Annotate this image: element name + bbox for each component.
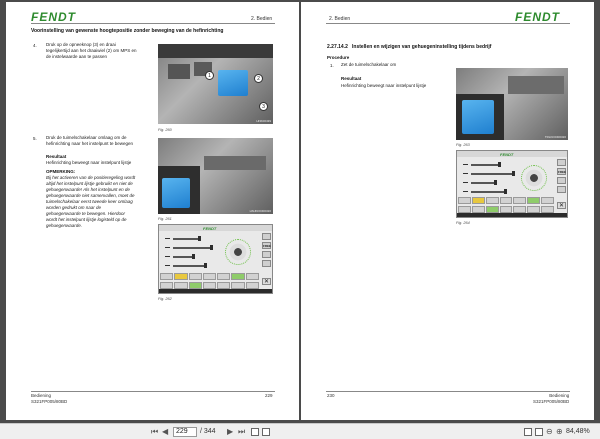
hitch-icon — [165, 254, 170, 257]
single-page-icon[interactable] — [251, 428, 259, 436]
hitch-icon — [463, 162, 468, 165]
dial — [225, 239, 251, 265]
zoom-in-button[interactable]: ⊕ — [556, 427, 563, 436]
blue-rocker-switch — [462, 100, 494, 134]
page-229: FENDT 2. Bedien Voorinstelling van gewen… — [6, 2, 299, 420]
figure-260-photo: 1 2 3 HNK00439 — [158, 44, 273, 124]
section-heading: Voorinstelling van gewenste hoogtepositi… — [31, 28, 224, 34]
fendt-logo: FENDT — [31, 10, 76, 24]
side-button — [262, 251, 271, 258]
figure-caption: Fig. 260 — [158, 128, 172, 132]
last-page-button[interactable]: ⏭ — [238, 427, 245, 436]
side-button — [262, 260, 271, 267]
step-number: 5. — [33, 136, 37, 141]
hitch-icon — [463, 171, 468, 174]
next-page-button[interactable]: ▶ — [227, 427, 233, 436]
side-button-free: FREE — [262, 242, 272, 249]
hitch-icon — [463, 189, 468, 192]
bottom-button-row — [458, 206, 555, 213]
figure-caption: Fig. 261 — [158, 217, 172, 221]
procedure-label: Procedure — [327, 55, 350, 60]
image-code: HNJKF0300320 — [249, 209, 271, 213]
close-icon: ✕ — [557, 202, 566, 209]
chapter-label: 2. Bedien — [329, 16, 351, 22]
slider — [471, 180, 497, 185]
side-button-free: FREE — [557, 168, 567, 175]
figure-caption: Fig. 263 — [456, 143, 470, 147]
slider — [471, 171, 515, 176]
viewer-toolbar: ⏮ ◀ 229 / 344 ▶ ⏭ ⊖ ⊕ 84,48% — [0, 423, 600, 439]
document-viewer: FENDT 2. Bedien Voorinstelling van gewen… — [0, 0, 600, 423]
figure-263-photo: TRLKF0300320 — [456, 68, 568, 140]
figure-caption: Fig. 264 — [456, 221, 470, 225]
step-text: Zet de tuimelschakelaar om — [341, 62, 397, 67]
hitch-icon — [463, 180, 468, 183]
note-label: OPMERKING: — [46, 169, 76, 174]
blue-control — [218, 70, 248, 96]
callout-2: 2 — [254, 74, 263, 83]
result-text: Hefinrichting beweegt naar instelpunt li… — [46, 160, 132, 165]
side-button — [262, 233, 271, 240]
side-button — [557, 159, 566, 166]
prev-page-button[interactable]: ◀ — [162, 427, 168, 436]
chapter-label: 2. Bedien — [251, 16, 273, 22]
slider — [173, 263, 207, 268]
callout-3: 3 — [259, 102, 268, 111]
slider — [471, 189, 507, 194]
result-text: Hefinrichting beweegt naar instelpunt li… — [341, 83, 427, 88]
zoom-out-button[interactable]: ⊖ — [546, 427, 553, 436]
bottom-button-row — [160, 273, 259, 280]
fendt-logo: FENDT — [515, 10, 560, 24]
header-divider — [31, 23, 275, 24]
zoom-level[interactable]: 84,48% — [566, 427, 590, 437]
terminal-screen: FENDT FREE ✕ — [456, 150, 568, 218]
slider — [173, 245, 213, 250]
fit-width-icon[interactable] — [535, 428, 543, 436]
close-icon: ✕ — [262, 278, 271, 285]
two-page-icon[interactable] — [262, 428, 270, 436]
slider — [173, 254, 195, 259]
page-total: / 344 — [200, 428, 216, 435]
hitch-icon — [165, 245, 170, 248]
section-title: Instellen en wijzigen van gehuegeninstel… — [352, 44, 492, 50]
hitch-icon — [165, 236, 170, 239]
footer-text: Bediening S321FP005/80BD — [533, 393, 570, 404]
side-button — [557, 177, 566, 184]
first-page-button[interactable]: ⏮ — [151, 427, 158, 436]
terminal-screen: FENDT FREE ✕ — [158, 224, 273, 294]
step-number: 1. — [330, 63, 334, 68]
page-number: 230 — [327, 393, 335, 398]
page-number: 229 — [265, 393, 273, 398]
figure-261-photo: HNJKF0300320 — [158, 138, 273, 214]
note-text: Bij het activeren van de positieregeling… — [46, 175, 136, 228]
dial — [521, 165, 547, 191]
result-label: Resultaat — [46, 154, 67, 159]
page-number-input[interactable]: 229 — [173, 427, 197, 437]
bottom-button-row — [160, 282, 259, 289]
step-text: Druk de tuimelschakelaar omlaag om de he… — [46, 135, 134, 146]
fit-page-icon[interactable] — [524, 428, 532, 436]
section-number: 2.27.14.2 — [327, 44, 348, 50]
slider — [173, 236, 201, 241]
page-230: 2. Bedien FENDT 2.27.14.2 Instellen en w… — [301, 2, 594, 420]
result-label: Resultaat — [341, 76, 362, 81]
figure-caption: Fig. 262 — [158, 297, 172, 301]
image-code: HNK00439 — [256, 119, 271, 123]
callout-1: 1 — [205, 71, 214, 80]
footer-divider — [31, 391, 275, 392]
image-code: TRLKF0300320 — [544, 135, 566, 139]
slider — [471, 162, 501, 167]
screen-brand: FENDT — [203, 225, 217, 231]
step-number: 4. — [33, 43, 37, 48]
screen-brand: FENDT — [500, 151, 514, 157]
footer-text: Bediening S321FP005/80BD — [31, 393, 68, 404]
bottom-button-row — [458, 197, 555, 204]
blue-rocker-switch — [162, 178, 190, 208]
header-divider — [326, 23, 570, 24]
hitch-icon — [165, 263, 170, 266]
side-button — [557, 186, 566, 193]
footer-divider — [326, 391, 570, 392]
step-text: Druk op de opneeknop (3) en draai tegeli… — [46, 42, 137, 59]
